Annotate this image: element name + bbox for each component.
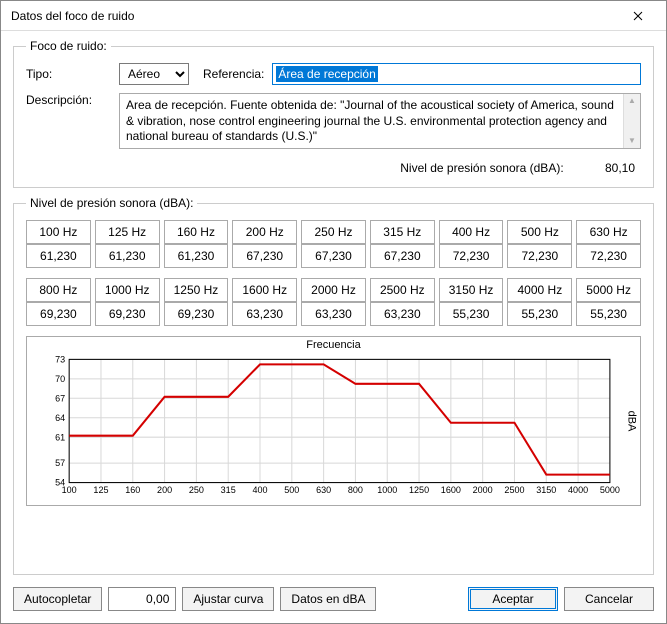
foco-group: Foco de ruido: Tipo: Aéreo Referencia: Á… xyxy=(13,39,654,188)
freq-row-1-values: 61,23061,23061,23067,23067,23067,23072,2… xyxy=(26,244,641,268)
freq-header-cell: 200 Hz xyxy=(232,220,297,244)
svg-text:2000: 2000 xyxy=(473,485,493,495)
freq-header-cell: 4000 Hz xyxy=(507,278,572,302)
freq-value-cell[interactable]: 67,230 xyxy=(370,244,435,268)
freq-header-cell: 400 Hz xyxy=(439,220,504,244)
svg-text:1000: 1000 xyxy=(377,485,397,495)
svg-text:3150: 3150 xyxy=(536,485,556,495)
foco-legend: Foco de ruido: xyxy=(26,39,111,53)
freq-value-cell[interactable]: 69,230 xyxy=(26,302,91,326)
freq-header-cell: 3150 Hz xyxy=(439,278,504,302)
svg-text:800: 800 xyxy=(348,485,363,495)
svg-text:200: 200 xyxy=(157,485,172,495)
freq-header-cell: 2500 Hz xyxy=(370,278,435,302)
referencia-label: Referencia: xyxy=(203,67,264,81)
freq-header-cell: 315 Hz xyxy=(370,220,435,244)
svg-text:2500: 2500 xyxy=(504,485,524,495)
nps-label: Nivel de presión sonora (dBA): xyxy=(400,161,563,175)
button-row: Autocopletar Ajustar curva Datos en dBA … xyxy=(13,587,654,611)
freq-row-2-headers: 800 Hz1000 Hz1250 Hz1600 Hz2000 Hz2500 H… xyxy=(26,278,641,302)
autocompletar-button[interactable]: Autocopletar xyxy=(13,587,102,611)
svg-text:160: 160 xyxy=(125,485,140,495)
freq-value-cell[interactable]: 67,230 xyxy=(301,244,366,268)
freq-value-cell[interactable]: 63,230 xyxy=(301,302,366,326)
svg-text:4000: 4000 xyxy=(568,485,588,495)
freq-value-cell[interactable]: 63,230 xyxy=(232,302,297,326)
freq-header-cell: 800 Hz xyxy=(26,278,91,302)
freq-value-cell[interactable]: 61,230 xyxy=(164,244,229,268)
freq-value-cell[interactable]: 69,230 xyxy=(95,302,160,326)
svg-text:315: 315 xyxy=(221,485,236,495)
chart-title: Frecuencia xyxy=(306,339,360,351)
descripcion-textarea[interactable]: Area de recepción. Fuente obtenida de: "… xyxy=(119,93,641,149)
tipo-select[interactable]: Aéreo xyxy=(119,63,189,85)
freq-value-cell[interactable]: 72,230 xyxy=(507,244,572,268)
svg-text:1600: 1600 xyxy=(441,485,461,495)
freq-header-cell: 2000 Hz xyxy=(301,278,366,302)
chart: Frecuencia dBA 5457616467707310012516020… xyxy=(26,336,641,506)
tipo-label: Tipo: xyxy=(26,67,111,81)
cancelar-button[interactable]: Cancelar xyxy=(564,587,654,611)
nps-summary: Nivel de presión sonora (dBA): 80,10 xyxy=(26,157,641,175)
freq-header-cell: 1000 Hz xyxy=(95,278,160,302)
svg-text:125: 125 xyxy=(93,485,108,495)
svg-text:61: 61 xyxy=(55,432,65,442)
freq-value-cell[interactable]: 72,230 xyxy=(576,244,641,268)
descripcion-text: Area de recepción. Fuente obtenida de: "… xyxy=(126,98,634,145)
freq-value-cell[interactable]: 67,230 xyxy=(232,244,297,268)
scrollbar[interactable]: ▲ ▼ xyxy=(623,94,640,148)
ajustar-curva-button[interactable]: Ajustar curva xyxy=(182,587,274,611)
svg-text:67: 67 xyxy=(55,393,65,403)
freq-header-cell: 500 Hz xyxy=(507,220,572,244)
referencia-input[interactable]: Área de recepción xyxy=(272,63,641,85)
freq-header-cell: 100 Hz xyxy=(26,220,91,244)
freq-value-cell[interactable]: 55,230 xyxy=(439,302,504,326)
freq-header-cell: 250 Hz xyxy=(301,220,366,244)
freq-row-2-values: 69,23069,23069,23063,23063,23063,23055,2… xyxy=(26,302,641,326)
freq-header-cell: 125 Hz xyxy=(95,220,160,244)
datos-dba-button[interactable]: Datos en dBA xyxy=(280,587,376,611)
freq-row-1-headers: 100 Hz125 Hz160 Hz200 Hz250 Hz315 Hz400 … xyxy=(26,220,641,244)
titlebar: Datos del foco de ruido xyxy=(1,1,666,31)
freq-value-cell[interactable]: 61,230 xyxy=(26,244,91,268)
svg-text:73: 73 xyxy=(55,354,65,364)
freq-value-cell[interactable]: 69,230 xyxy=(164,302,229,326)
freq-header-cell: 160 Hz xyxy=(164,220,229,244)
scroll-up-icon[interactable]: ▲ xyxy=(628,96,636,106)
svg-text:500: 500 xyxy=(284,485,299,495)
nps-value: 80,10 xyxy=(585,161,635,175)
aceptar-button[interactable]: Aceptar xyxy=(468,587,558,611)
svg-text:400: 400 xyxy=(252,485,267,495)
chart-ylabel: dBA xyxy=(626,411,638,432)
freq-header-cell: 1600 Hz xyxy=(232,278,297,302)
freq-value-cell[interactable]: 63,230 xyxy=(370,302,435,326)
freq-header-cell: 1250 Hz xyxy=(164,278,229,302)
chart-svg: 5457616467707310012516020025031540050063… xyxy=(37,345,630,499)
dialog-window: Datos del foco de ruido Foco de ruido: T… xyxy=(0,0,667,624)
svg-text:630: 630 xyxy=(316,485,331,495)
freq-value-cell[interactable]: 55,230 xyxy=(576,302,641,326)
freq-value-cell[interactable]: 61,230 xyxy=(95,244,160,268)
svg-text:100: 100 xyxy=(62,485,77,495)
svg-text:1250: 1250 xyxy=(409,485,429,495)
nivel-group: Nivel de presión sonora (dBA): 100 Hz125… xyxy=(13,196,654,575)
referencia-value: Área de recepción xyxy=(276,66,377,82)
freq-value-cell[interactable]: 72,230 xyxy=(439,244,504,268)
value-input[interactable] xyxy=(108,587,176,611)
freq-header-cell: 5000 Hz xyxy=(576,278,641,302)
svg-text:250: 250 xyxy=(189,485,204,495)
svg-text:70: 70 xyxy=(55,374,65,384)
window-title: Datos del foco de ruido xyxy=(11,9,618,23)
svg-text:5000: 5000 xyxy=(600,485,620,495)
scroll-down-icon[interactable]: ▼ xyxy=(628,136,636,146)
close-icon[interactable] xyxy=(618,1,658,30)
svg-text:57: 57 xyxy=(55,458,65,468)
descripcion-label: Descripción: xyxy=(26,93,111,107)
freq-value-cell[interactable]: 55,230 xyxy=(507,302,572,326)
nivel-legend: Nivel de presión sonora (dBA): xyxy=(26,196,197,210)
svg-text:64: 64 xyxy=(55,413,65,423)
freq-header-cell: 630 Hz xyxy=(576,220,641,244)
